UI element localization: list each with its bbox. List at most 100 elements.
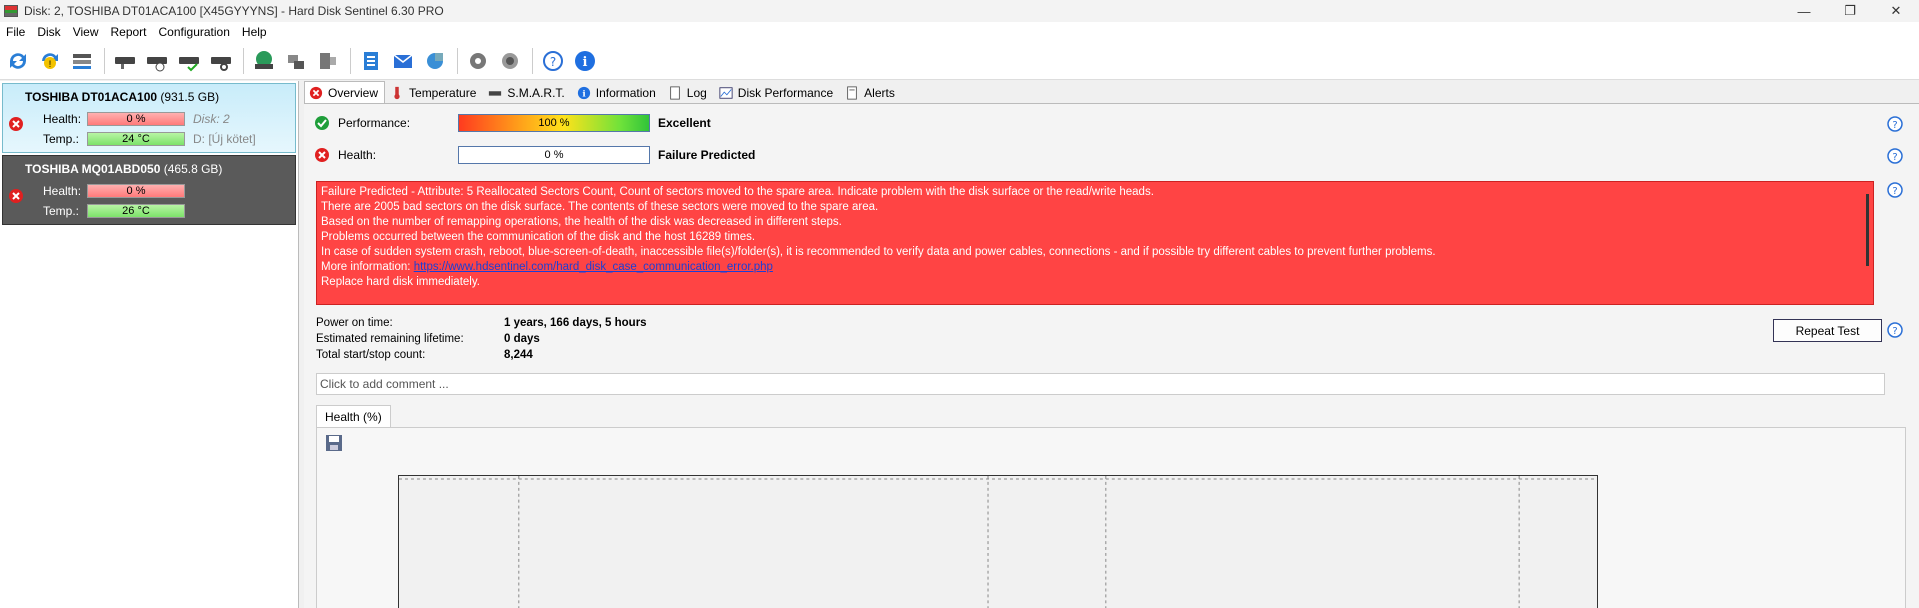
disk-icon[interactable] [110,46,140,76]
health-label: Health: [338,148,377,162]
message-line: More information: https://www.hdsentinel… [321,261,773,273]
error-icon [309,86,323,99]
startstop-value: 8,244 [504,349,533,361]
toolbar: ! ? i [0,42,1919,80]
scrollbar[interactable] [1866,194,1869,266]
menu-bar: File Disk View Report Configuration Help [0,22,1919,42]
svg-text:?: ? [1892,120,1897,131]
disk-card-1[interactable]: TOSHIBA DT01ACA100 (931.5 GB) Health: 0 … [2,83,296,153]
svg-text:?: ? [1892,152,1897,163]
tab-alerts[interactable]: Alerts [840,82,902,103]
email-icon[interactable] [388,46,418,76]
toolbar-separator [104,47,105,74]
disk-temp-row: Temp.: 26 °C [43,204,185,218]
tab-information[interactable]: i Information [572,82,663,103]
gear-icon[interactable] [463,46,493,76]
health-chart-area [316,427,1906,608]
error-icon [8,116,24,135]
help-icon[interactable]: ? [1887,148,1903,167]
comment-input[interactable]: Click to add comment ... [316,373,1885,395]
disk-card-2[interactable]: TOSHIBA MQ01ABD050 (465.8 GB) Health: 0 … [2,155,296,225]
help-icon[interactable]: ? [1887,322,1903,341]
toolbar-separator [350,47,351,74]
disk-check-icon[interactable] [174,46,204,76]
tab-temperature[interactable]: Temperature [385,82,483,103]
failure-message-box[interactable]: Failure Predicted - Attribute: 5 Realloc… [316,181,1874,305]
menu-disk[interactable]: Disk [31,25,66,39]
disk-name: TOSHIBA DT01ACA100 (931.5 GB) [25,90,220,104]
help-icon[interactable]: ? [1887,182,1903,201]
health-row: Health: 0 % Failure Predicted [314,146,755,164]
performance-row: Performance: 100 % Excellent [314,114,711,132]
tab-health-chart[interactable]: Health (%) [316,405,391,427]
ok-check-icon [315,116,329,130]
toolbar-separator [243,47,244,74]
health-bar: 0 % [87,184,185,198]
minimize-button[interactable]: — [1781,0,1827,22]
document-icon [669,85,680,100]
refresh-alert-icon[interactable]: ! [35,46,65,76]
disk-icon [489,90,502,96]
disk-name: TOSHIBA MQ01ABD050 (465.8 GB) [25,162,223,176]
network-disk-icon[interactable] [249,46,279,76]
svg-text:i: i [583,55,588,70]
close-button[interactable]: ✕ [1873,0,1919,22]
remaining-label: Estimated remaining lifetime: [316,333,464,345]
remaining-value: 0 days [504,333,540,345]
power-on-value: 1 years, 166 days, 5 hours [504,317,647,329]
message-line: Based on the number of remapping operati… [321,216,842,228]
save-icon[interactable] [325,434,343,455]
svg-text:!: ! [49,59,52,69]
window-title: Disk: 2, TOSHIBA DT01ACA100 [X45GYYYNS] … [24,4,444,18]
more-info-link[interactable]: https://www.hdsentinel.com/hard_disk_cas… [414,261,773,273]
menu-view[interactable]: View [67,25,105,39]
help-icon[interactable]: ? [1887,116,1903,135]
disk-volume: D: [Új kötet] [193,132,256,146]
menu-file[interactable]: File [0,25,31,39]
disk-list-icon[interactable] [67,46,97,76]
repeat-test-button[interactable]: Repeat Test [1773,319,1882,342]
report-icon[interactable] [356,46,386,76]
menu-configuration[interactable]: Configuration [153,25,236,39]
svg-text:?: ? [1892,326,1897,337]
chart-icon [719,86,733,99]
message-line: Problems occurred between the communicat… [321,231,756,243]
info-icon: i [577,86,590,99]
disk-list-panel: TOSHIBA DT01ACA100 (931.5 GB) Health: 0 … [0,81,299,608]
info-icon[interactable]: i [570,46,600,76]
window-controls: — ❐ ✕ [1781,0,1919,22]
message-line: Replace hard disk immediately. [321,276,480,288]
health-verdict: Failure Predicted [658,148,756,162]
disk-health-row: Health: 0 % [43,184,185,198]
tab-disk-performance[interactable]: Disk Performance [714,82,840,103]
startstop-label: Total start/stop count: [316,349,426,361]
tab-smart[interactable]: S.M.A.R.T. [483,82,571,103]
tab-log[interactable]: Log [663,82,714,103]
message-line: Failure Predicted - Attribute: 5 Realloc… [321,186,1154,198]
usb-disk-icon[interactable] [313,46,343,76]
alert-document-icon [847,85,857,100]
tab-bar: Overview Temperature S.M.A.R.T. i Inform… [304,81,902,103]
toolbar-separator [532,47,533,74]
menu-report[interactable]: Report [104,25,152,39]
message-line: There are 2005 bad sectors on the disk s… [321,201,879,213]
help-icon[interactable]: ? [538,46,568,76]
performance-label: Performance: [338,116,411,130]
maximize-button[interactable]: ❐ [1827,0,1873,22]
disk-clock-icon[interactable] [142,46,172,76]
tab-overview[interactable]: Overview [304,81,386,103]
disk-health-row: Health: 0 % Disk: 2 [43,112,230,126]
tools-icon[interactable] [281,46,311,76]
web-report-icon[interactable] [420,46,450,76]
sound-icon[interactable] [495,46,525,76]
disk-search-icon[interactable] [206,46,236,76]
temp-bar: 24 °C [87,132,185,146]
temp-bar: 26 °C [87,204,185,218]
refresh-icon[interactable] [3,46,33,76]
health-chart-plot [398,475,1598,608]
toolbar-separator [457,47,458,74]
menu-help[interactable]: Help [236,25,273,39]
app-icon [4,5,18,17]
performance-verdict: Excellent [658,116,711,130]
svg-text:?: ? [550,55,556,69]
